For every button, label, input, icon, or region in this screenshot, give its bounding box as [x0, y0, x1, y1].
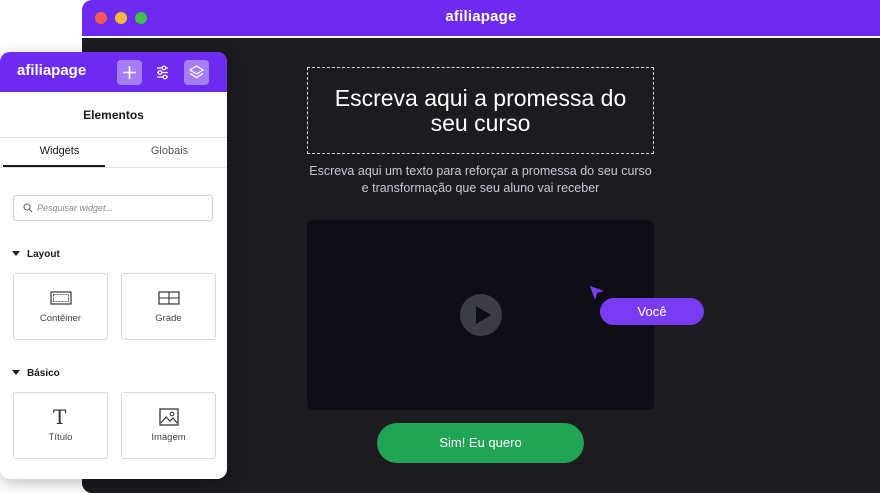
add-element-button[interactable] — [117, 60, 142, 85]
page-subtext[interactable]: Escreva aqui um texto para reforçar a pr… — [307, 163, 654, 197]
divider — [0, 167, 227, 168]
sliders-icon — [157, 65, 168, 80]
search-placeholder: Pesquisar widget... — [37, 203, 114, 213]
collaborator-cursor-label: Você — [600, 298, 704, 325]
widget-image[interactable]: Imagem — [121, 392, 216, 459]
brand-logo: afiliapage — [17, 62, 87, 79]
panel-title: Elementos — [83, 108, 144, 122]
caret-down-icon — [12, 370, 20, 375]
section-title: Básico — [27, 368, 60, 379]
layers-button[interactable] — [184, 60, 209, 85]
section-title: Layout — [27, 249, 60, 260]
window-title: afiliapage — [445, 8, 517, 25]
search-widget-input[interactable]: Pesquisar widget... — [13, 195, 213, 221]
widget-label: Imagem — [151, 432, 186, 443]
play-button[interactable] — [460, 294, 502, 336]
layers-icon — [188, 65, 205, 79]
caret-down-icon — [12, 251, 20, 256]
plus-icon — [123, 66, 136, 79]
widget-heading[interactable]: T Título — [13, 392, 108, 459]
section-basico-toggle[interactable]: Básico — [12, 368, 60, 379]
container-icon — [50, 291, 72, 305]
widget-label: Grade — [155, 313, 182, 324]
panel-header: afiliapage — [0, 52, 227, 92]
widget-label: Contêiner — [39, 313, 82, 324]
divider — [0, 137, 227, 138]
tab-globais[interactable]: Globais — [113, 145, 226, 157]
headline-selection-box[interactable]: Escreva aqui a promessa do seu curso — [307, 67, 654, 154]
section-layout-toggle[interactable]: Layout — [12, 249, 60, 260]
widget-grid[interactable]: Grade — [121, 273, 216, 340]
elements-panel: afiliapage Elementos Widgets Globais Pes… — [0, 52, 227, 479]
widget-label: Título — [48, 432, 73, 443]
page-headline[interactable]: Escreva aqui a promessa do seu curso — [316, 85, 646, 136]
cta-button[interactable]: Sim! Eu quero — [377, 423, 584, 463]
search-icon — [23, 203, 33, 213]
cursor-pointer-icon — [590, 286, 604, 300]
tab-widgets[interactable]: Widgets — [3, 145, 116, 157]
heading-icon: T — [53, 405, 67, 429]
play-icon — [476, 306, 491, 324]
window-titlebar: afiliapage — [82, 0, 880, 36]
settings-button[interactable] — [150, 60, 175, 85]
widget-container[interactable]: Contêiner — [13, 273, 108, 340]
grid-icon — [158, 291, 180, 305]
image-icon — [159, 408, 179, 426]
